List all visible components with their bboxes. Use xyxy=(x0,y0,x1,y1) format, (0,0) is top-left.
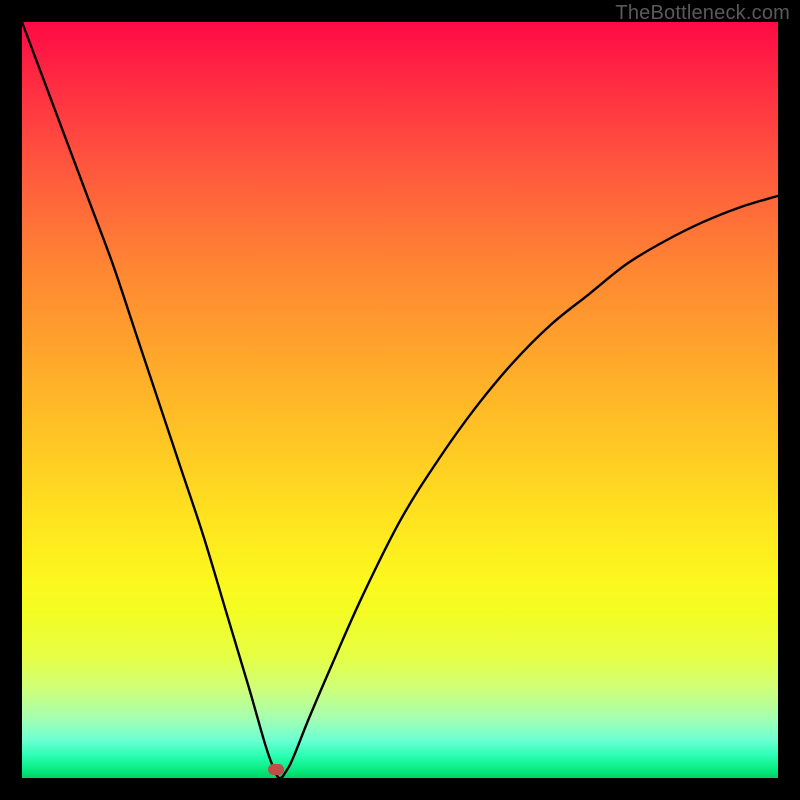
bottleneck-curve xyxy=(0,0,800,800)
optimal-point-marker xyxy=(268,764,284,775)
